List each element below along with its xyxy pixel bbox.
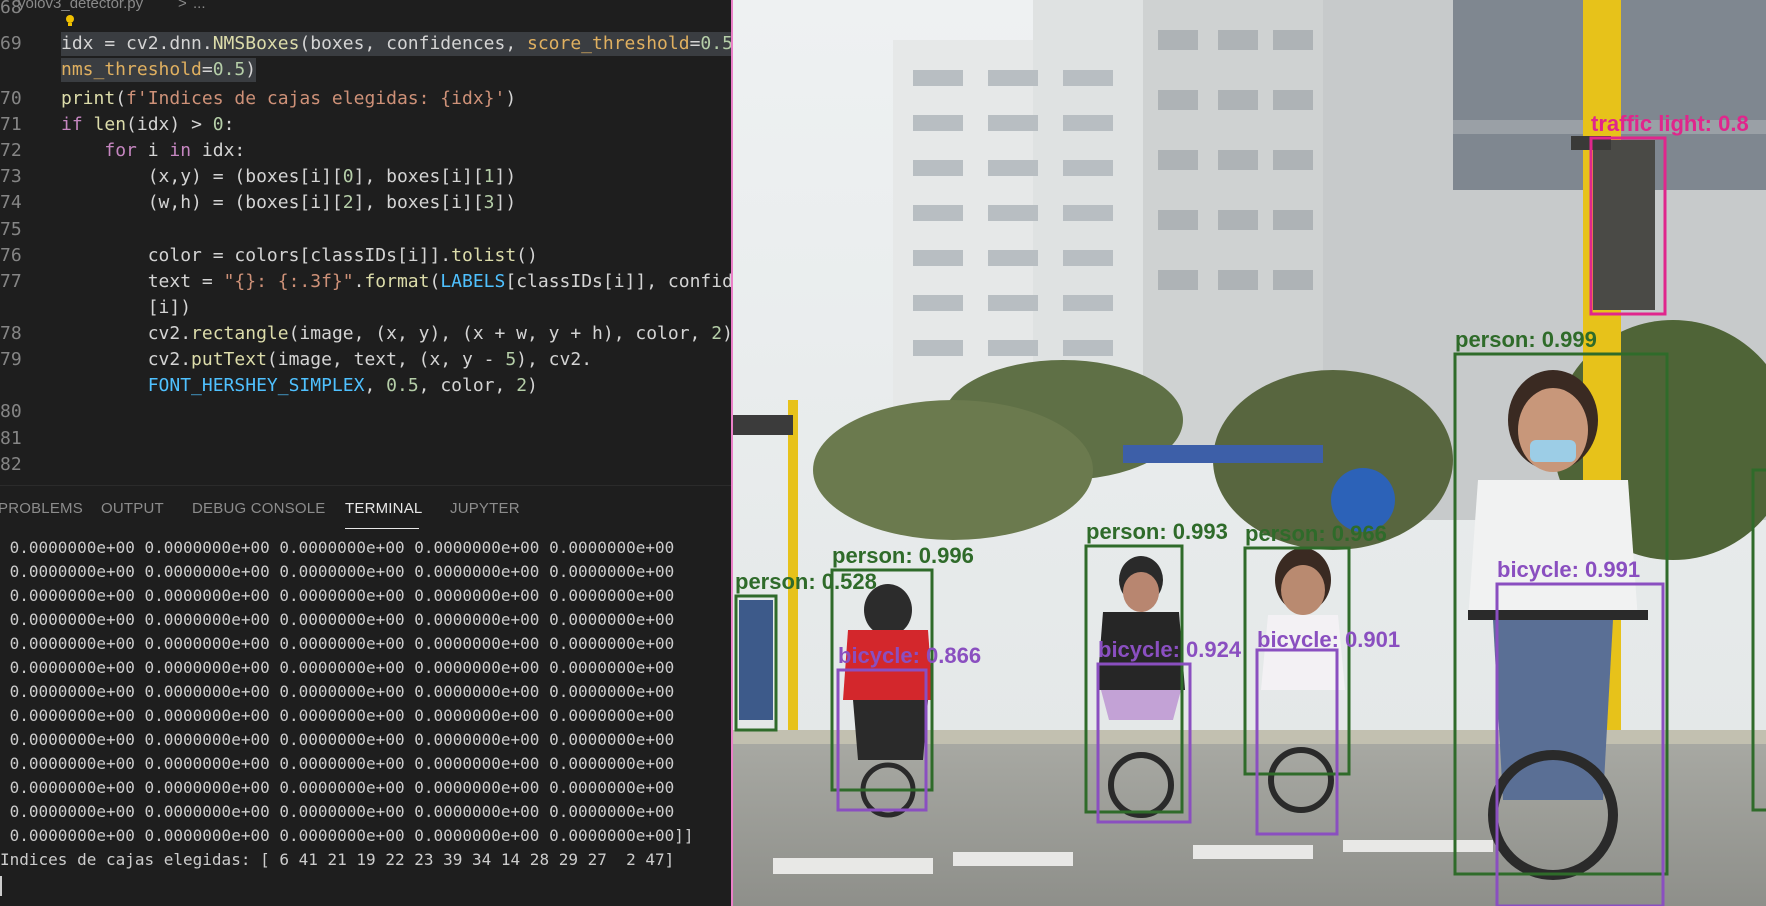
code-line[interactable]: 78 cv2.rectangle(image, (x, y), (x + w, … [0,322,732,346]
vscode-editor-pane: yolov3_detector.py > ... 68 69 idx = cv2.d… [0,0,732,906]
line-number: 77 [0,271,22,292]
line-number: 78 [0,323,22,344]
code-line[interactable]: 79 cv2.putText(image, text, (x, y - 5), … [0,348,732,372]
detection-image: traffic light: 0.8 person: 0.999 bicycle… [733,0,1766,906]
code-text: text = "{}: {:.3f}".format(LABELS[classI… [61,271,732,292]
code-text: FONT_HERSHEY_SIMPLEX, 0.5, color, 2) [147,375,538,396]
code-line[interactable]: 71 if len(idx) > 0: [0,113,732,137]
code-line[interactable]: FONT_HERSHEY_SIMPLEX, 0.5, color, 2) [0,374,732,398]
code-text: if len(idx) > 0: [61,114,235,135]
code-line[interactable]: 81 [0,427,732,451]
label-person: person: 0.996 [832,543,974,568]
terminal-line: 0.0000000e+00 0.0000000e+00 0.0000000e+0… [0,658,675,677]
terminal-line: 0.0000000e+00 0.0000000e+00 0.0000000e+0… [0,754,675,773]
code-line[interactable]: 69 idx = cv2.dnn.NMSBoxes(boxes, confiden… [0,32,732,56]
code-line[interactable]: 72 for i in idx: [0,139,732,163]
code-line[interactable]: 75 [0,218,732,242]
line-number: 82 [0,454,22,475]
terminal-line: 0.0000000e+00 0.0000000e+00 0.0000000e+0… [0,778,675,797]
panel-tab-bar: PROBLEMS OUTPUT DEBUG CONSOLE TERMINAL J… [0,485,732,532]
terminal-line: 0.0000000e+00 0.0000000e+00 0.0000000e+0… [0,730,675,749]
code-text: cv2.rectangle(image, (x, y), (x + w, y +… [61,323,732,344]
line-number: 71 [0,114,22,135]
code-text: (w,h) = (boxes[i][2], boxes[i][3]) [61,192,517,213]
active-tab-indicator [345,528,419,529]
label-person: person: 0.528 [735,569,877,594]
code-line[interactable]: 80 [0,400,732,424]
code-text: cv2.putText(image, text, (x, y - 5), cv2… [61,349,593,370]
street-scene-illustration: traffic light: 0.8 person: 0.999 bicycle… [733,0,1766,906]
terminal-line: 0.0000000e+00 0.0000000e+00 0.0000000e+0… [0,586,675,605]
label-bicycle: bicycle: 0.866 [838,643,981,668]
label-bicycle: bicycle: 0.901 [1257,627,1400,652]
terminal-line: 0.0000000e+00 0.0000000e+00 0.0000000e+0… [0,802,675,821]
code-text: color = colors[classIDs[i]].tolist() [61,245,538,266]
code-text: idx = cv2.dnn.NMSBoxes(boxes, confidence… [61,32,732,56]
code-line[interactable]: 82 [0,453,732,477]
label-bicycle: bicycle: 0.991 [1497,557,1640,582]
line-number: 76 [0,245,22,266]
label-person: person: 0.999 [1455,327,1597,352]
terminal-line: 0.0000000e+00 0.0000000e+00 0.0000000e+0… [0,610,675,629]
code-text: (x,y) = (boxes[i][0], boxes[i][1]) [61,166,517,187]
terminal-output[interactable]: 0.0000000e+00 0.0000000e+00 0.0000000e+0… [0,536,732,906]
code-text: for i in idx: [104,140,246,161]
line-number: 70 [0,88,22,109]
line-number: 80 [0,401,22,422]
label-person: person: 0.966 [1245,521,1387,546]
code-line[interactable]: 70 print(f'Indices de cajas elegidas: {id… [0,87,732,111]
line-number: 81 [0,428,22,449]
line-number: 73 [0,166,22,187]
tab-jupyter[interactable]: JUPYTER [450,500,520,517]
terminal-line: 0.0000000e+00 0.0000000e+00 0.0000000e+0… [0,826,694,845]
tab-debug-console[interactable]: DEBUG CONSOLE [192,500,325,517]
line-number: 68 [0,0,22,18]
code-line[interactable]: 76 color = colors[classIDs[i]].tolist() [0,244,732,268]
code-text: print(f'Indices de cajas elegidas: {idx}… [61,88,517,109]
code-line[interactable]: 74 (w,h) = (boxes[i][2], boxes[i][3]) [0,191,732,215]
code-line[interactable]: 77 text = "{}: {:.3f}".format(LABELS[cla… [0,270,732,294]
code-text: nms_threshold=0.5) [61,58,257,82]
line-number: 75 [0,219,22,240]
line-number: 69 [0,33,22,54]
code-line[interactable]: 73 (x,y) = (boxes[i][0], boxes[i][1]) [0,165,732,189]
code-line[interactable]: nms_threshold=0.5) [0,58,732,82]
tab-problems[interactable]: PROBLEMS [0,500,83,517]
tab-terminal[interactable]: TERMINAL [345,500,422,517]
code-line[interactable]: [i]) [0,296,732,320]
line-number: 74 [0,192,22,213]
terminal-line: 0.0000000e+00 0.0000000e+00 0.0000000e+0… [0,538,675,557]
terminal-indices-line: Indices de cajas elegidas: [ 6 41 21 19 … [0,850,675,869]
terminal-cursor [0,876,2,896]
line-number: 79 [0,349,22,370]
label-person: person: 0.993 [1086,519,1228,544]
terminal-line: 0.0000000e+00 0.0000000e+00 0.0000000e+0… [0,706,675,725]
code-line[interactable]: 68 [0,0,732,20]
terminal-line: 0.0000000e+00 0.0000000e+00 0.0000000e+0… [0,682,675,701]
label-bicycle: bicycle: 0.924 [1098,637,1242,662]
line-number: 72 [0,140,22,161]
code-text: [i]) [61,297,192,318]
tab-output[interactable]: OUTPUT [101,500,164,517]
label-traffic-light: traffic light: 0.8 [1591,111,1749,136]
terminal-line: 0.0000000e+00 0.0000000e+00 0.0000000e+0… [0,634,675,653]
terminal-line: 0.0000000e+00 0.0000000e+00 0.0000000e+0… [0,562,675,581]
